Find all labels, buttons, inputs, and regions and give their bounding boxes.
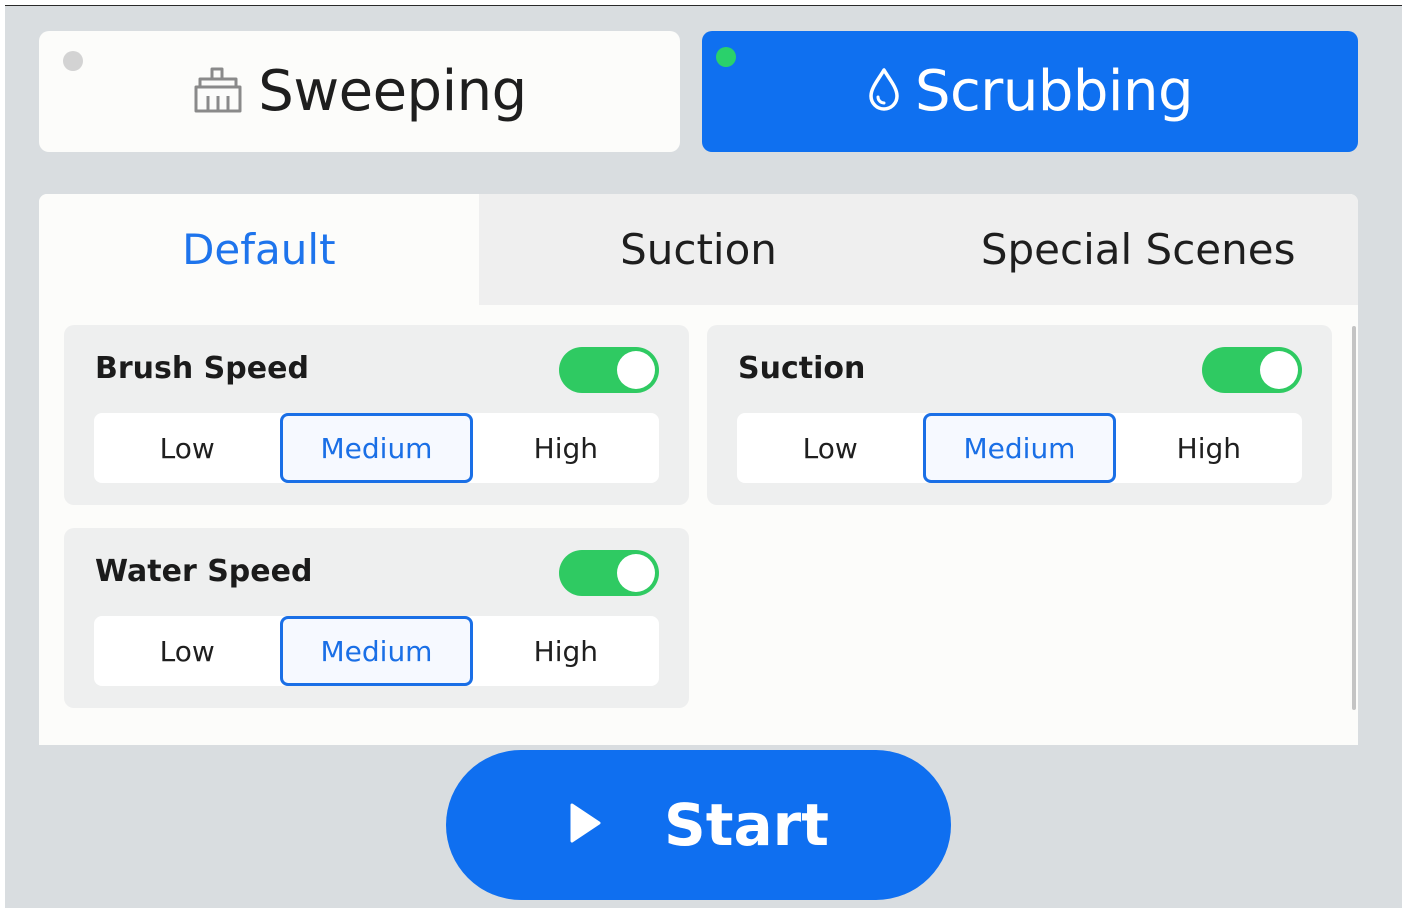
brush-speed-title: Brush Speed [95,351,309,386]
water-speed-title: Water Speed [95,554,313,589]
water-speed-card: Water Speed Low Medium High [64,528,689,708]
settings-panel: Default Suction Special Scenes Brush Spe… [39,194,1358,745]
water-speed-selector: Low Medium High [94,616,659,686]
suction-card: Suction Low Medium High [707,325,1332,505]
sweeping-label: Sweeping [258,59,527,124]
brush-speed-card: Brush Speed Low Medium High [64,325,689,505]
toggle-knob [617,554,655,592]
settings-tabs: Default Suction Special Scenes [39,194,1358,305]
tab-special-scenes[interactable]: Special Scenes [918,194,1358,305]
suction-selector: Low Medium High [737,413,1302,483]
water-speed-low-option[interactable]: Low [94,616,280,686]
suction-high-option[interactable]: High [1116,413,1302,483]
water-speed-high-option[interactable]: High [473,616,659,686]
water-drop-icon [867,67,901,117]
water-speed-toggle[interactable] [559,550,659,596]
scrollbar[interactable] [1352,326,1356,710]
toggle-knob [617,351,655,389]
suction-medium-option[interactable]: Medium [923,413,1116,483]
brush-speed-medium-option[interactable]: Medium [280,413,473,483]
play-icon [568,802,602,848]
toggle-knob [1260,351,1298,389]
active-indicator-dot [716,47,736,67]
broom-icon [192,66,244,118]
suction-title: Suction [738,351,866,386]
start-label: Start [664,791,829,859]
tab-suction[interactable]: Suction [479,194,919,305]
brush-speed-low-option[interactable]: Low [94,413,280,483]
app-screen: Sweeping Scrubbing Default Suction Speci… [5,5,1402,908]
start-button[interactable]: Start [446,750,951,900]
scrubbing-mode-button[interactable]: Scrubbing [702,31,1358,152]
brush-speed-selector: Low Medium High [94,413,659,483]
inactive-indicator-dot [63,51,83,71]
scrubbing-label: Scrubbing [914,59,1194,124]
sweeping-mode-button[interactable]: Sweeping [39,31,680,152]
brush-speed-high-option[interactable]: High [473,413,659,483]
suction-low-option[interactable]: Low [737,413,923,483]
brush-speed-toggle[interactable] [559,347,659,393]
tab-default[interactable]: Default [39,194,479,305]
water-speed-medium-option[interactable]: Medium [280,616,473,686]
suction-toggle[interactable] [1202,347,1302,393]
